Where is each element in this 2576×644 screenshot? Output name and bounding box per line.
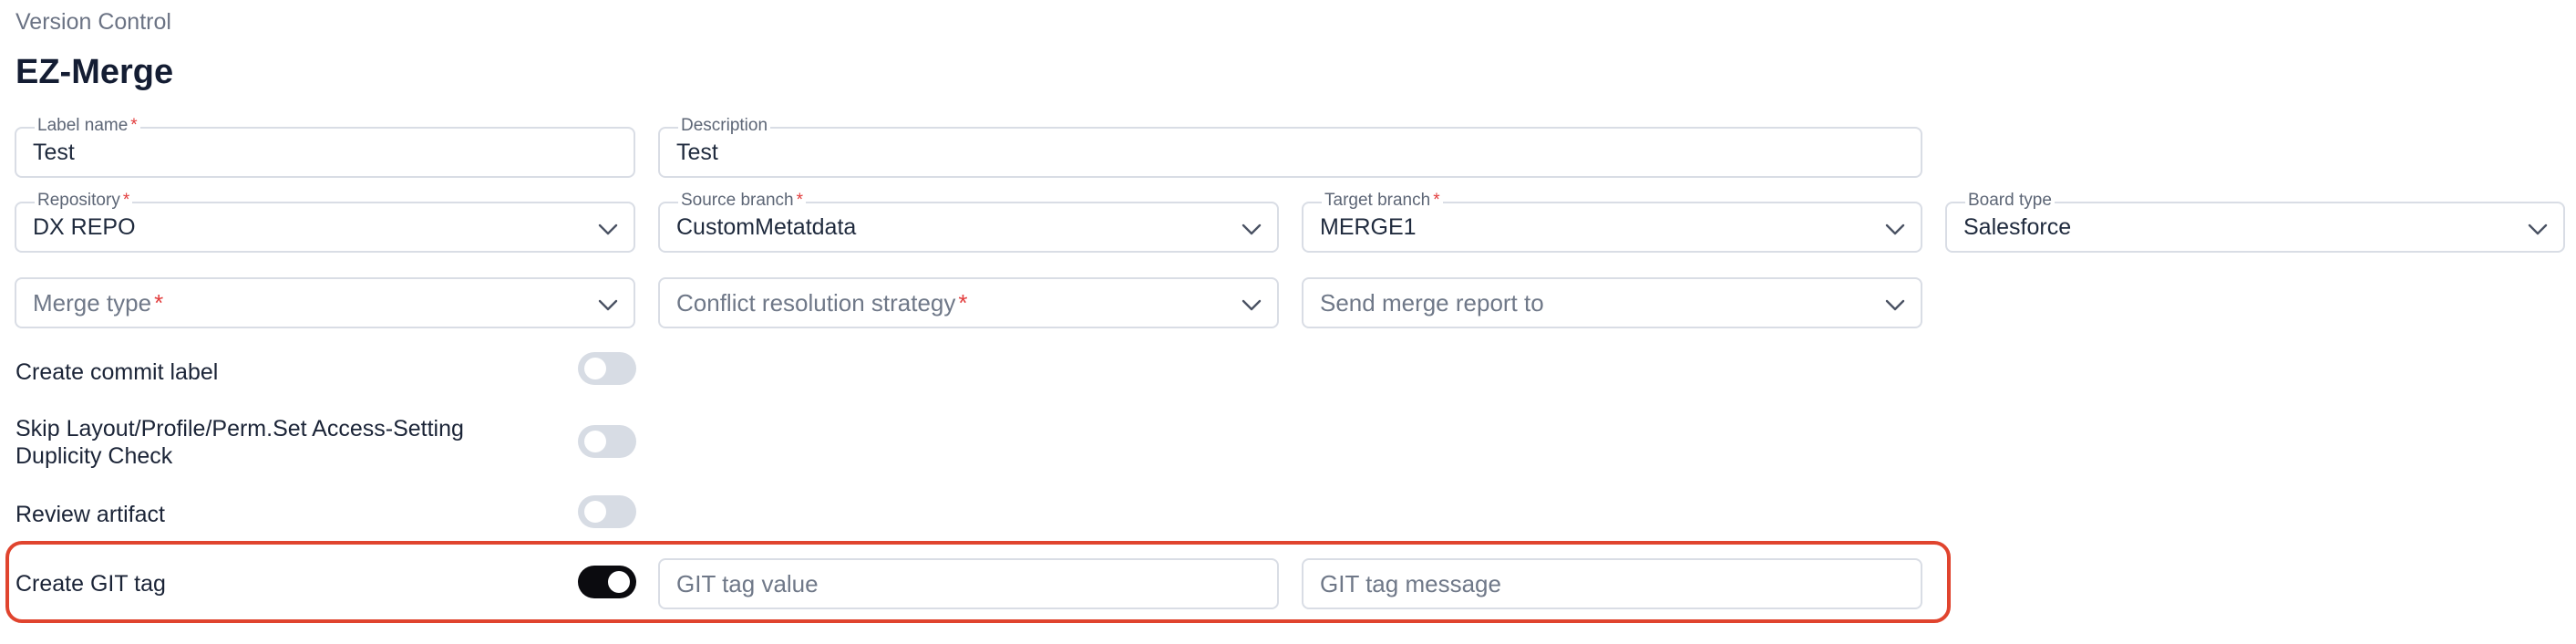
git-tag-message-placeholder: GIT tag message bbox=[1320, 570, 1501, 597]
toggle-knob bbox=[584, 501, 606, 523]
merge-report-placeholder: Send merge report to bbox=[1320, 289, 1544, 317]
chevron-down-icon[interactable] bbox=[1241, 218, 1262, 240]
target-branch-select[interactable]: Target branch * MERGE1 bbox=[1302, 191, 1922, 253]
toggle-knob bbox=[584, 431, 606, 452]
source-branch-label: Source branch * bbox=[678, 191, 806, 211]
create-git-tag-toggle[interactable] bbox=[578, 566, 636, 598]
chevron-down-icon[interactable] bbox=[1884, 218, 1906, 240]
chevron-down-icon[interactable] bbox=[597, 218, 619, 240]
repository-select[interactable]: Repository * DX REPO bbox=[15, 191, 635, 253]
page-title: EZ-Merge bbox=[15, 53, 174, 91]
description-value: Test bbox=[676, 140, 718, 165]
toggle-knob bbox=[584, 358, 606, 379]
board-type-value: Salesforce bbox=[1963, 214, 2072, 240]
review-artifact-toggle[interactable] bbox=[578, 495, 636, 528]
skip-duplicity-check-label-line2: Duplicity Check bbox=[15, 443, 173, 469]
target-branch-value: MERGE1 bbox=[1320, 214, 1417, 240]
git-tag-message-input[interactable]: GIT tag message bbox=[1302, 558, 1922, 609]
chevron-down-icon[interactable] bbox=[1884, 294, 1906, 316]
description-label: Description bbox=[678, 116, 771, 136]
conflict-strategy-placeholder: Conflict resolution strategy * bbox=[676, 289, 968, 317]
skip-duplicity-check-label: Skip Layout/Profile/Perm.Set Access-Sett… bbox=[15, 415, 464, 470]
repository-value: DX REPO bbox=[33, 214, 136, 240]
create-git-tag-label: Create GIT tag bbox=[15, 571, 166, 597]
skip-duplicity-check-label-line1: Skip Layout/Profile/Perm.Set Access-Sett… bbox=[15, 416, 464, 441]
chevron-down-icon[interactable] bbox=[2527, 218, 2549, 240]
toggle-knob bbox=[608, 571, 630, 593]
git-tag-value-input[interactable]: GIT tag value bbox=[658, 558, 1279, 609]
git-tag-value-placeholder: GIT tag value bbox=[676, 570, 819, 597]
source-branch-select[interactable]: Source branch * CustomMetatdata bbox=[658, 191, 1279, 253]
breadcrumb[interactable]: Version Control bbox=[15, 9, 171, 36]
description-field[interactable]: Description Test bbox=[658, 116, 1922, 178]
chevron-down-icon[interactable] bbox=[1241, 294, 1262, 316]
repository-label: Repository * bbox=[35, 191, 133, 211]
merge-type-placeholder: Merge type * bbox=[33, 289, 164, 317]
label-name-field[interactable]: Label name * Test bbox=[15, 116, 635, 178]
target-branch-label: Target branch * bbox=[1322, 191, 1443, 211]
board-type-select[interactable]: Board type Salesforce bbox=[1945, 191, 2565, 253]
skip-duplicity-check-toggle[interactable] bbox=[578, 425, 636, 458]
conflict-strategy-select[interactable]: Conflict resolution strategy * bbox=[658, 277, 1279, 328]
source-branch-value: CustomMetatdata bbox=[676, 214, 857, 240]
label-name-label: Label name * bbox=[35, 116, 140, 136]
label-name-value: Test bbox=[33, 140, 75, 165]
chevron-down-icon[interactable] bbox=[597, 294, 619, 316]
board-type-label: Board type bbox=[1965, 191, 2055, 211]
review-artifact-label: Review artifact bbox=[15, 502, 165, 527]
create-commit-label-label: Create commit label bbox=[15, 359, 219, 385]
create-commit-label-toggle[interactable] bbox=[578, 352, 636, 385]
merge-type-select[interactable]: Merge type * bbox=[15, 277, 635, 328]
merge-report-select[interactable]: Send merge report to bbox=[1302, 277, 1922, 328]
